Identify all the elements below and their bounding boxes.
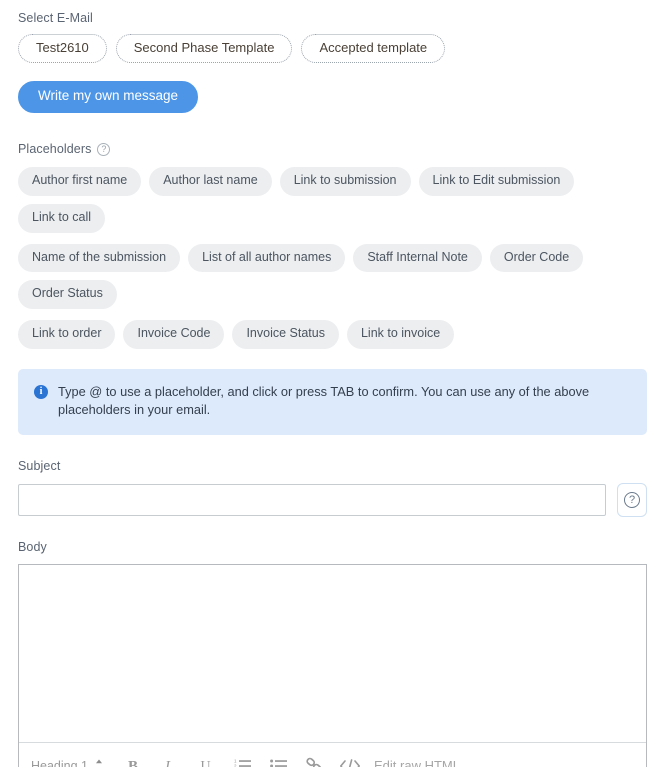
- italic-button[interactable]: I: [152, 751, 188, 767]
- heading-select[interactable]: Heading 1: [31, 759, 116, 767]
- subject-label: Subject: [18, 459, 647, 473]
- body-label: Body: [18, 540, 647, 554]
- body-label-text: Body: [18, 539, 47, 554]
- subject-row: ?: [18, 482, 647, 517]
- link-icon[interactable]: [296, 751, 332, 767]
- placeholder-chip[interactable]: Invoice Status: [232, 320, 339, 349]
- placeholders-label-text: Placeholders: [18, 142, 92, 157]
- placeholder-chip[interactable]: Order Status: [18, 280, 117, 310]
- rich-text-editor: Heading 1 B I U 1 2 Edit raw HTML: [18, 563, 647, 767]
- select-email-label: Select E-Mail: [18, 11, 647, 25]
- placeholder-row: Name of the submission List of all author…: [18, 243, 647, 310]
- template-chip[interactable]: Test2610: [18, 34, 107, 64]
- bold-button[interactable]: B: [116, 751, 152, 767]
- chevron-updown-icon: [95, 759, 103, 767]
- template-chip[interactable]: Write my own message: [18, 81, 199, 114]
- editor-toolbar: Heading 1 B I U 1 2 Edit raw HTML: [19, 741, 646, 767]
- subject-help-button[interactable]: ?: [617, 482, 647, 517]
- code-icon[interactable]: [332, 751, 368, 767]
- subject-input[interactable]: [18, 483, 606, 516]
- placeholder-chip[interactable]: Order Code: [489, 243, 584, 273]
- placeholder-chip[interactable]: Link to order: [18, 320, 116, 349]
- template-chip[interactable]: Accepted template: [301, 34, 446, 64]
- select-email-label-text: Select E-Mail: [18, 11, 93, 25]
- placeholder-chip[interactable]: Link to submission: [279, 167, 411, 196]
- template-chip[interactable]: Second Phase Template: [115, 34, 293, 64]
- ordered-list-icon[interactable]: 1 2 3: [224, 751, 260, 767]
- placeholder-chip[interactable]: Name of the submission: [18, 243, 181, 273]
- subject-label-text: Subject: [18, 458, 61, 473]
- info-banner: i Type @ to use a placeholder, and click…: [18, 368, 647, 435]
- info-icon: i: [34, 384, 48, 399]
- question-mark-icon: ?: [624, 491, 640, 508]
- placeholder-chip[interactable]: Author last name: [149, 167, 272, 196]
- template-chip-row: Test2610 Second Phase Template Accepted te…: [18, 34, 647, 114]
- placeholders-section: Placeholders ? Author first name Author l…: [18, 142, 647, 349]
- placeholder-chip[interactable]: Link to invoice: [346, 320, 455, 349]
- placeholder-chip[interactable]: Staff Internal Note: [353, 243, 482, 273]
- svg-text:I: I: [164, 759, 171, 767]
- placeholder-chip[interactable]: Link to call: [18, 203, 106, 233]
- svg-text:B: B: [128, 759, 138, 767]
- placeholder-chip[interactable]: Author first name: [18, 167, 142, 196]
- placeholder-chip[interactable]: List of all author names: [188, 243, 346, 273]
- placeholder-chip[interactable]: Link to Edit submission: [418, 167, 575, 196]
- body-section: Body Heading 1 B I U 1 2 Edit raw HTML: [18, 540, 647, 767]
- heading-select-value: Heading 1: [31, 758, 88, 767]
- question-mark-icon[interactable]: ?: [97, 142, 111, 156]
- subject-section: Subject ?: [18, 459, 647, 517]
- edit-raw-html-button[interactable]: Edit raw HTML: [374, 758, 460, 767]
- placeholders-label: Placeholders ?: [18, 142, 647, 156]
- email-composer-panel: Select E-Mail Test2610 Second Phase Templ…: [0, 0, 665, 767]
- underline-button[interactable]: U: [188, 751, 224, 767]
- placeholder-row: Link to order Invoice Code Invoice Status L…: [18, 320, 647, 349]
- bullet-list-icon[interactable]: [260, 751, 296, 767]
- placeholder-chip-rows: Author first name Author last name Link to…: [18, 167, 647, 349]
- info-banner-text: Type @ to use a placeholder, and click o…: [58, 383, 590, 418]
- placeholder-row: Author first name Author last name Link to…: [18, 167, 647, 233]
- body-editor-canvas[interactable]: [19, 564, 646, 742]
- svg-text:U: U: [201, 759, 211, 767]
- select-email-section: Select E-Mail Test2610 Second Phase Templ…: [18, 0, 647, 114]
- placeholder-chip[interactable]: Invoice Code: [123, 320, 225, 349]
